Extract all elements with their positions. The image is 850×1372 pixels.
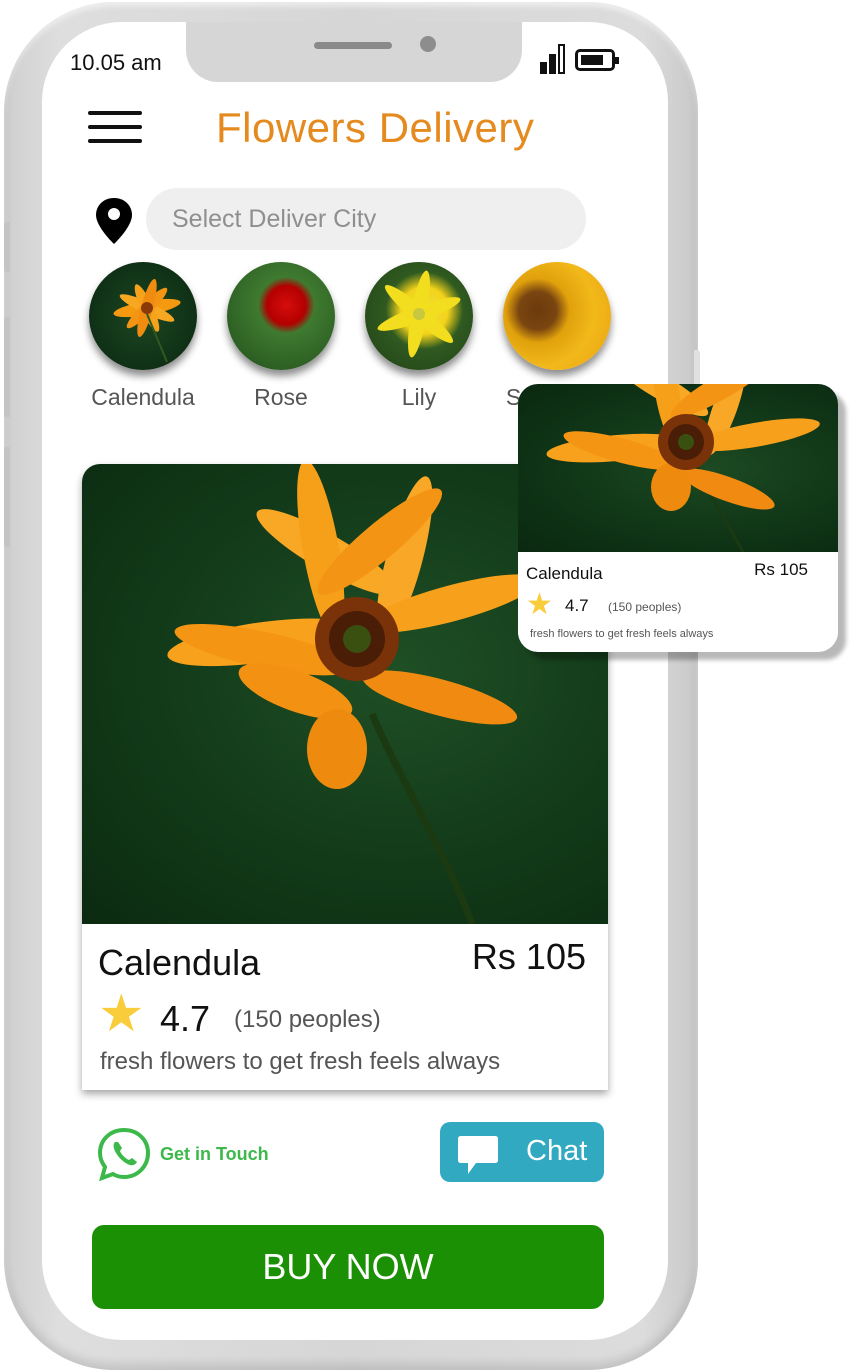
phone-frame: 10.05 am Flowers Delivery Select Deliver… [4,2,698,1370]
side-button-volume-up [4,317,10,417]
popup-product-name: Calendula [526,564,603,583]
popup-product-rating: 4.7 [565,596,589,615]
category-calendula[interactable]: Calendula [88,262,198,411]
whatsapp-get-in-touch-button[interactable]: Get in Touch [96,1126,269,1182]
category-label: Calendula [91,384,195,410]
sunflower-image [503,262,611,370]
front-camera [420,36,436,52]
star-icon: ★ [98,985,145,1043]
phone-screen: 10.05 am Flowers Delivery Select Deliver… [42,22,668,1340]
status-icons [540,44,619,74]
category-rose[interactable]: Rose [226,262,336,411]
calendula-image [89,262,197,370]
chat-button[interactable]: Chat [440,1122,604,1182]
rose-image [227,262,335,370]
app-title: Flowers Delivery [216,104,535,151]
chat-bubble-icon [458,1136,498,1174]
signal-icon [540,44,565,74]
popup-product-description: fresh flowers to get fresh feels always [530,628,714,640]
status-time: 10.05 am [70,50,162,75]
popup-product-card[interactable]: Calendula Rs 105 ★ 4.7 (150 peoples) fre… [518,384,838,652]
category-lily[interactable]: Lily [364,262,474,411]
hamburger-menu-icon[interactable] [88,108,142,146]
chat-label: Chat [526,1135,588,1167]
side-button-volume-down [4,447,10,547]
side-button-silent [4,222,10,272]
notch [186,22,522,82]
popup-product-rating-count: (150 peoples) [608,600,682,614]
location-pin-icon [96,198,132,244]
popup-product-price: Rs 105 [754,560,808,579]
product-card-body: Calendula Rs 105 ★ 4.7 (150 peoples) fre… [82,924,608,1090]
product-name: Calendula [98,942,261,983]
deliver-city-input[interactable] [146,188,586,250]
product-price: Rs 105 [471,936,586,977]
whatsapp-label: Get in Touch [160,1143,269,1164]
product-rating: 4.7 [160,998,211,1039]
battery-icon [575,49,619,71]
lily-image [365,262,473,370]
product-rating-count: (150 peoples) [234,1006,381,1033]
calendula-popup-image [518,384,838,552]
category-label: Lily [401,384,437,410]
speaker-grille [314,42,392,49]
product-description: fresh flowers to get fresh feels always [100,1048,501,1075]
whatsapp-icon [97,1127,151,1182]
buy-now-button[interactable]: BUY NOW [92,1225,604,1309]
category-label: Rose [254,384,308,410]
star-icon: ★ [526,588,553,621]
